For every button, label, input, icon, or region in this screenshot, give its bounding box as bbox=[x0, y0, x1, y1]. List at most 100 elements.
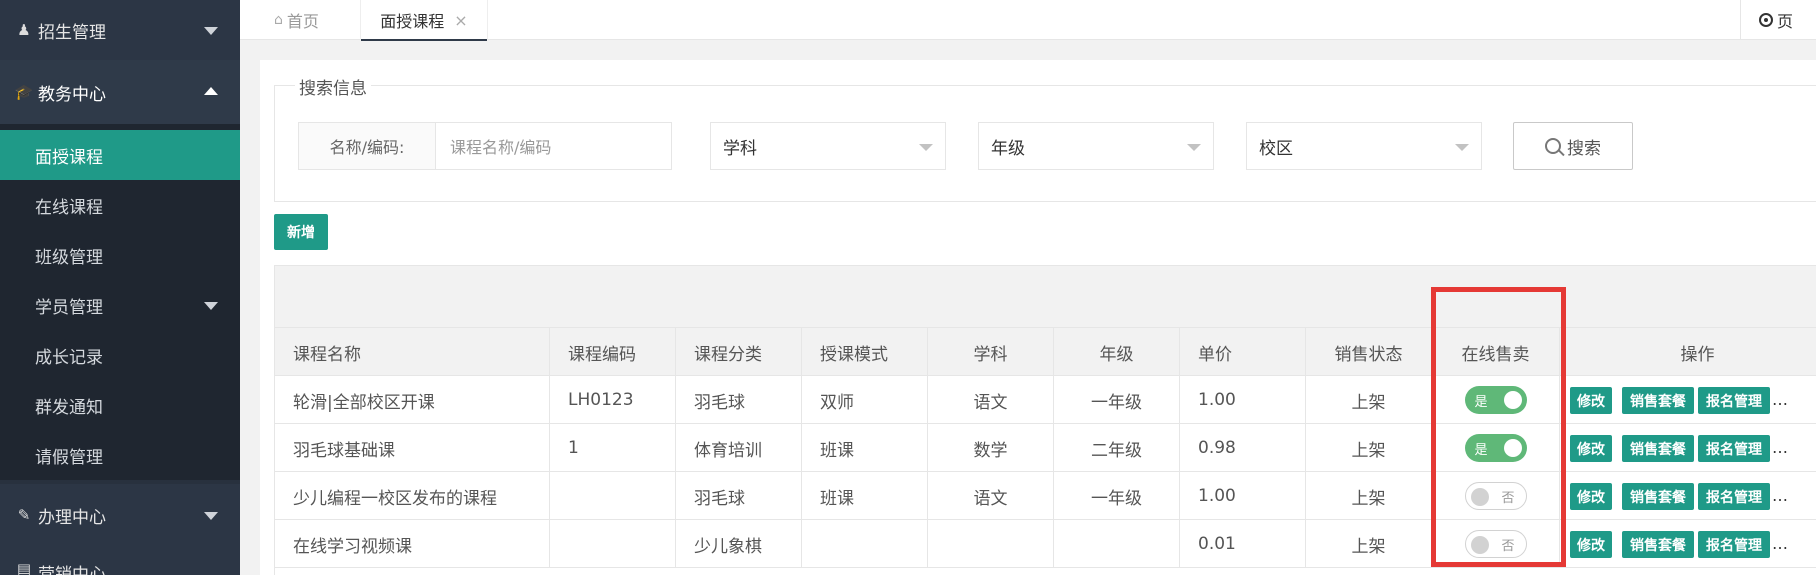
nav-group-enrollment[interactable]: ♟ 招生管理 bbox=[0, 0, 240, 60]
nav-group-label: 营销中心 bbox=[38, 565, 106, 575]
cell-price: 1.00 bbox=[1180, 376, 1306, 424]
cell-code bbox=[550, 472, 676, 520]
search-icon bbox=[1545, 138, 1561, 154]
cell-online: 否 bbox=[1432, 472, 1560, 520]
edit-button[interactable]: 修改 bbox=[1570, 531, 1612, 558]
col-header-mode: 授课模式 bbox=[802, 328, 928, 376]
more-ellipsis: … bbox=[1772, 534, 1788, 553]
more-ellipsis: … bbox=[1772, 486, 1788, 505]
table-body: 轮滑|全部校区开课 LH0123 羽毛球 双师 语文 一年级 1.00 上架是修改 销售套餐 报名… bbox=[275, 376, 1816, 568]
enroll-management-button[interactable]: 报名管理 bbox=[1698, 531, 1770, 558]
cell-code: 1 bbox=[550, 424, 676, 472]
sidebar: ♟ 招生管理 🎓 教务中心 面授课程 在线课程 班级管理 学员管理 成长记录 群… bbox=[0, 0, 240, 575]
cell-mode: 班课 bbox=[802, 424, 928, 472]
sales-package-button[interactable]: 销售套餐 bbox=[1622, 531, 1694, 558]
graduation-cap-icon: 🎓 bbox=[14, 83, 34, 101]
chevron-down-icon bbox=[1455, 144, 1469, 151]
nav-group-label: 办理中心 bbox=[38, 507, 106, 528]
edit-icon: ✎ bbox=[17, 506, 31, 524]
edit-button[interactable]: 修改 bbox=[1570, 435, 1612, 462]
chevron-down-icon bbox=[204, 27, 218, 35]
tab-bar: ⌂ 首页 面授课程 × 页 bbox=[240, 0, 1816, 41]
tab-label: 首页 bbox=[286, 12, 319, 31]
cell-online: 是 bbox=[1432, 424, 1560, 472]
nav-group-label: 教务中心 bbox=[38, 84, 106, 105]
table-row: 在线学习视频课 少儿象棋 0.01 上架 否 修改 销售套餐 报名管理… bbox=[275, 520, 1816, 568]
sidebar-item-label: 在线课程 bbox=[35, 197, 103, 218]
search-legend: 搜索信息 bbox=[295, 74, 371, 99]
search-input[interactable]: 课程名称/编码 bbox=[436, 122, 672, 170]
online-sale-toggle[interactable]: 否 bbox=[1464, 482, 1527, 510]
grade-select[interactable]: 年级 bbox=[978, 122, 1214, 170]
table-row: 羽毛球基础课 1 体育培训 班课 数学 二年级 0.98 上架 是 修改 销售套餐 报名管理… bbox=[275, 424, 1816, 472]
subject-select-value: 学科 bbox=[723, 138, 757, 159]
col-header-status: 销售状态 bbox=[1306, 328, 1432, 376]
sales-package-button[interactable]: 销售套餐 bbox=[1622, 387, 1694, 414]
toggle-label: 是 bbox=[1474, 394, 1488, 410]
table-header: 课程名称 课程编码 课程分类 授课模式 学科 年级 单价 销售状态 在线售卖 操… bbox=[275, 328, 1816, 376]
table-toolbar bbox=[275, 266, 1816, 328]
toggle-label: 否 bbox=[1501, 538, 1515, 554]
sidebar-item-leave[interactable]: 请假管理 bbox=[0, 430, 240, 480]
nav-group-processing[interactable]: ✎ 办理中心 bbox=[0, 484, 240, 546]
sidebar-item-classes[interactable]: 班级管理 bbox=[0, 230, 240, 280]
sidebar-item-label: 面授课程 bbox=[35, 147, 103, 168]
col-header-actions: 操作 bbox=[1680, 344, 1715, 365]
sidebar-item-online-courses[interactable]: 在线课程 bbox=[0, 180, 240, 230]
list-icon: ▤ bbox=[16, 560, 32, 575]
tab-home[interactable]: ⌂ 首页 bbox=[274, 0, 319, 40]
chevron-down-icon bbox=[1187, 144, 1201, 151]
chevron-down-icon bbox=[204, 512, 218, 520]
nav-group-academic[interactable]: 🎓 教务中心 bbox=[0, 60, 240, 124]
col-header-category: 课程分类 bbox=[676, 328, 802, 376]
cell-grade bbox=[1054, 520, 1180, 568]
sales-package-button[interactable]: 销售套餐 bbox=[1622, 435, 1694, 462]
cell-online: 否 bbox=[1432, 520, 1560, 568]
chevron-down-icon bbox=[204, 302, 218, 310]
enroll-management-button[interactable]: 报名管理 bbox=[1698, 387, 1770, 414]
sidebar-item-label: 班级管理 bbox=[35, 247, 103, 268]
toggle-knob bbox=[1470, 536, 1489, 554]
sales-package-button[interactable]: 销售套餐 bbox=[1622, 483, 1694, 510]
close-icon[interactable]: × bbox=[454, 11, 467, 30]
edit-button[interactable]: 修改 bbox=[1570, 387, 1612, 414]
enroll-management-button[interactable]: 报名管理 bbox=[1698, 483, 1770, 510]
cell-status: 上架 bbox=[1306, 520, 1432, 568]
tab-offline-courses[interactable]: 面授课程 × bbox=[360, 0, 488, 41]
cell-actions: 修改 销售套餐 报名管理… bbox=[1560, 520, 1816, 568]
target-icon bbox=[1759, 13, 1773, 27]
name-code-label: 名称/编码: bbox=[298, 122, 436, 170]
cell-mode bbox=[802, 520, 928, 568]
online-sale-toggle[interactable]: 是 bbox=[1464, 386, 1527, 414]
search-button[interactable]: 搜索 bbox=[1513, 122, 1633, 170]
edit-button[interactable]: 修改 bbox=[1570, 483, 1612, 510]
col-header-online: 在线售卖 bbox=[1432, 328, 1560, 376]
cell-name: 羽毛球基础课 bbox=[275, 424, 550, 472]
online-sale-toggle[interactable]: 是 bbox=[1464, 434, 1527, 462]
sidebar-item-label: 成长记录 bbox=[35, 347, 103, 368]
cell-name: 轮滑|全部校区开课 bbox=[275, 376, 550, 424]
toggle-label: 否 bbox=[1501, 490, 1515, 506]
cell-category: 羽毛球 bbox=[676, 472, 802, 520]
sidebar-item-notify[interactable]: 群发通知 bbox=[0, 380, 240, 430]
sidebar-item-offline-courses[interactable]: 面授课程 bbox=[0, 130, 240, 180]
table-row: 轮滑|全部校区开课 LH0123 羽毛球 双师 语文 一年级 1.00 上架 是 修改 销售套餐 报名… bbox=[275, 376, 1816, 424]
cell-code: LH0123 bbox=[550, 376, 676, 424]
toggle-label: 是 bbox=[1474, 442, 1488, 458]
sidebar-item-growth[interactable]: 成长记录 bbox=[0, 330, 240, 380]
user-icon: ♟ bbox=[17, 21, 31, 39]
add-button[interactable]: 新增 bbox=[274, 214, 328, 250]
table-row: 少儿编程一校区发布的课程 羽毛球 班课 语文 一年级 1.00 上架 否 修改 销售套餐 报名管理… bbox=[275, 472, 1816, 520]
col-header-price: 单价 bbox=[1180, 328, 1306, 376]
sidebar-item-students[interactable]: 学员管理 bbox=[0, 280, 240, 330]
online-sale-toggle[interactable]: 否 bbox=[1464, 530, 1527, 558]
nav-group-marketing[interactable]: ▤ 营销中心 bbox=[0, 546, 240, 575]
cell-subject bbox=[928, 520, 1054, 568]
page-operations-button[interactable]: 页 bbox=[1740, 0, 1816, 40]
toggle-knob bbox=[1503, 391, 1522, 409]
campus-select[interactable]: 校区 bbox=[1246, 122, 1482, 170]
enroll-management-button[interactable]: 报名管理 bbox=[1698, 435, 1770, 462]
subject-select[interactable]: 学科 bbox=[710, 122, 946, 170]
cell-subject: 语文 bbox=[928, 472, 1054, 520]
col-header-subject: 学科 bbox=[928, 328, 1054, 376]
